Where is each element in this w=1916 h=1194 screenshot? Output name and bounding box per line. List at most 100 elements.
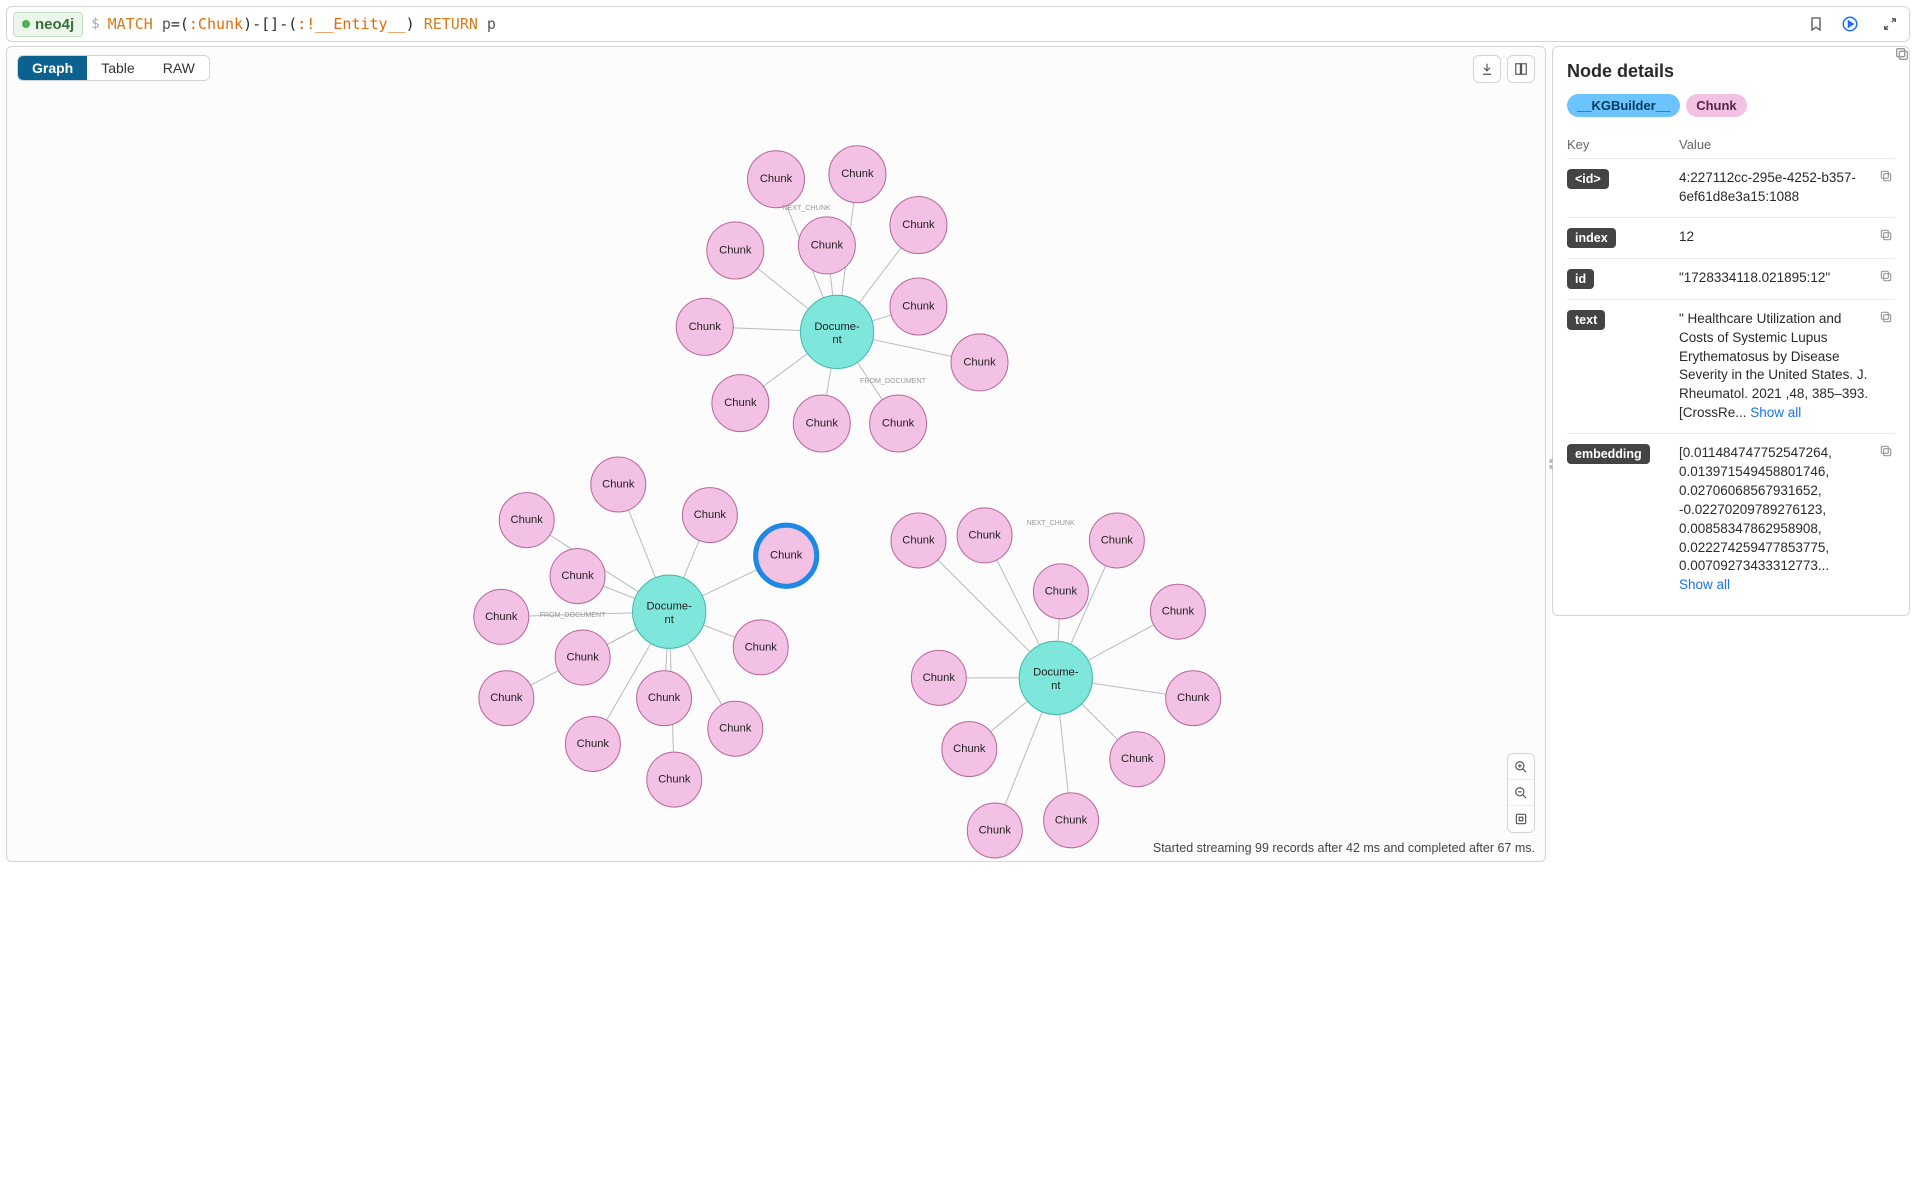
graph-node-chunk[interactable]: Chunk [637, 671, 692, 726]
layout-icon[interactable] [1507, 55, 1535, 83]
graph-node-chunk[interactable]: Chunk [911, 650, 966, 705]
copy-icon[interactable] [1879, 269, 1895, 285]
graph-canvas[interactable]: Chunk Chunk Chunk Chunk Chunk Chunk Chun… [7, 47, 1545, 861]
graph-panel: Graph Table RAW [6, 46, 1546, 862]
prop-key-id2: id [1567, 269, 1594, 289]
property-row: embedding [0.011484747752547264, 0.01397… [1567, 433, 1895, 605]
graph-node-chunk[interactable]: Chunk [957, 508, 1012, 563]
tab-table[interactable]: Table [87, 56, 148, 80]
property-row: id "1728334118.021895:12" [1567, 258, 1895, 299]
prop-key-index: index [1567, 228, 1616, 248]
zoom-in-icon[interactable] [1508, 754, 1534, 780]
graph-node-chunk[interactable]: Chunk [1033, 564, 1088, 619]
copy-icon[interactable] [1879, 444, 1895, 460]
copy-icon[interactable] [1879, 169, 1895, 185]
node-label-chips: __KGBuilder__ Chunk [1567, 94, 1895, 117]
graph-node-chunk[interactable]: Chunk [793, 395, 850, 452]
resize-handle-icon[interactable] [1549, 454, 1555, 474]
property-row: <id> 4:227112cc-295e-4252-b357-6ef61d8e3… [1567, 158, 1895, 217]
graph-node-chunk[interactable]: Chunk [890, 278, 947, 335]
graph-node-chunk[interactable]: Chunk [942, 722, 997, 777]
tab-graph[interactable]: Graph [18, 56, 87, 80]
edge-label: FROM_DOCUMENT [860, 377, 927, 385]
zoom-controls [1507, 753, 1535, 833]
download-icon[interactable] [1473, 55, 1501, 83]
graph-node-chunk[interactable]: Chunk [1110, 732, 1165, 787]
cypher-query-input[interactable]: MATCH p=(:Chunk)-[]-(:!__Entity__) RETUR… [108, 15, 1795, 33]
graph-node-chunk[interactable]: Chunk [748, 151, 805, 208]
run-query-icon[interactable] [1837, 11, 1863, 37]
copy-icon[interactable] [1879, 310, 1895, 326]
graph-cluster: Chunk Chunk Chunk Chunk Chunk Chunk Chun… [474, 457, 817, 807]
graph-node-chunk[interactable]: Chunk [1150, 584, 1205, 639]
property-row: text " Healthcare Utilization and Costs … [1567, 299, 1895, 433]
graph-node-chunk[interactable]: Chunk [798, 217, 855, 274]
header-value: Value [1679, 137, 1711, 152]
chip-kgbuilder[interactable]: __KGBuilder__ [1567, 94, 1680, 117]
graph-node-document[interactable]: Docume-nt [633, 575, 706, 648]
show-all-link[interactable]: Show all [1750, 405, 1801, 420]
edge-label: NEXT_CHUNK [782, 204, 830, 212]
graph-node-chunk[interactable]: Chunk [951, 334, 1008, 391]
graph-node-chunk[interactable]: Chunk [499, 493, 554, 548]
graph-node-chunk[interactable]: Chunk [479, 671, 534, 726]
fit-view-icon[interactable] [1508, 806, 1534, 832]
properties-header: Key Value [1567, 131, 1895, 158]
prop-key-text: text [1567, 310, 1605, 330]
main-area: Graph Table RAW [0, 46, 1916, 866]
graph-node-chunk[interactable]: Chunk [676, 298, 733, 355]
graph-node-chunk[interactable]: Chunk [829, 146, 886, 203]
status-text: Started streaming 99 records after 42 ms… [1153, 841, 1535, 855]
query-bar: neo4j $ MATCH p=(:Chunk)-[]-(:!__Entity_… [6, 6, 1910, 42]
prop-val-embedding: [0.011484747752547264, 0.013971549458801… [1679, 444, 1895, 595]
graph-node-chunk[interactable]: Chunk [891, 513, 946, 568]
graph-cluster: Chunk Chunk Chunk Chunk Chunk Chunk Chun… [676, 146, 1008, 452]
prop-key-id: <id> [1567, 169, 1609, 189]
prop-val-text: " Healthcare Utilization and Costs of Sy… [1679, 310, 1895, 423]
zoom-out-icon[interactable] [1508, 780, 1534, 806]
graph-node-chunk[interactable]: Chunk [647, 752, 702, 807]
graph-node-chunk[interactable]: Chunk [591, 457, 646, 512]
status-dot-icon [22, 20, 30, 28]
graph-node-chunk[interactable]: Chunk [708, 701, 763, 756]
database-badge[interactable]: neo4j [13, 12, 83, 37]
graph-node-chunk[interactable]: Chunk [1044, 793, 1099, 848]
copy-icon[interactable] [1894, 46, 1910, 62]
panel-actions [1473, 55, 1535, 83]
graph-node-chunk[interactable]: Chunk [565, 717, 620, 772]
show-all-link[interactable]: Show all [1679, 577, 1730, 592]
graph-node-chunk[interactable]: Chunk [682, 488, 737, 543]
prompt-symbol: $ [91, 16, 99, 32]
graph-node-chunk[interactable]: Chunk [967, 803, 1022, 858]
prop-key-embedding: embedding [1567, 444, 1650, 464]
graph-node-chunk[interactable]: Chunk [555, 630, 610, 685]
collapse-icon[interactable] [1877, 11, 1903, 37]
copy-icon[interactable] [1879, 228, 1895, 244]
edge-label: FROM_DOCUMENT [540, 611, 607, 619]
graph-node-chunk[interactable]: Chunk [712, 375, 769, 432]
graph-node-chunk[interactable]: Chunk [550, 549, 605, 604]
property-row: index 12 [1567, 217, 1895, 258]
graph-node-document[interactable]: Docume-nt [800, 295, 873, 368]
graph-node-chunk[interactable]: Chunk [870, 395, 927, 452]
graph-node-chunk-selected[interactable]: Chunk [756, 525, 817, 586]
details-title: Node details [1567, 61, 1674, 82]
graph-node-chunk[interactable]: Chunk [733, 620, 788, 675]
edge-label: NEXT_CHUNK [1027, 519, 1075, 527]
bookmark-icon[interactable] [1803, 11, 1829, 37]
graph-node-document[interactable]: Docume-nt [1019, 641, 1092, 714]
graph-cluster: Chunk Chunk Chunk Chunk Chunk Chunk Chun… [891, 508, 1221, 858]
prop-val-id: 4:227112cc-295e-4252-b357-6ef61d8e3a15:1… [1679, 169, 1895, 207]
graph-node-chunk[interactable]: Chunk [1166, 671, 1221, 726]
graph-node-chunk[interactable]: Chunk [474, 589, 529, 644]
node-details-panel: Node details __KGBuilder__ Chunk Key Val… [1552, 46, 1910, 616]
graph-node-chunk[interactable]: Chunk [1089, 513, 1144, 568]
chip-chunk[interactable]: Chunk [1686, 94, 1746, 117]
database-name: neo4j [35, 16, 74, 33]
header-key: Key [1567, 137, 1679, 152]
view-tabs: Graph Table RAW [17, 55, 210, 81]
graph-node-chunk[interactable]: Chunk [707, 222, 764, 279]
prop-val-id2: "1728334118.021895:12" [1679, 269, 1895, 288]
tab-raw[interactable]: RAW [149, 56, 209, 80]
graph-node-chunk[interactable]: Chunk [890, 197, 947, 254]
